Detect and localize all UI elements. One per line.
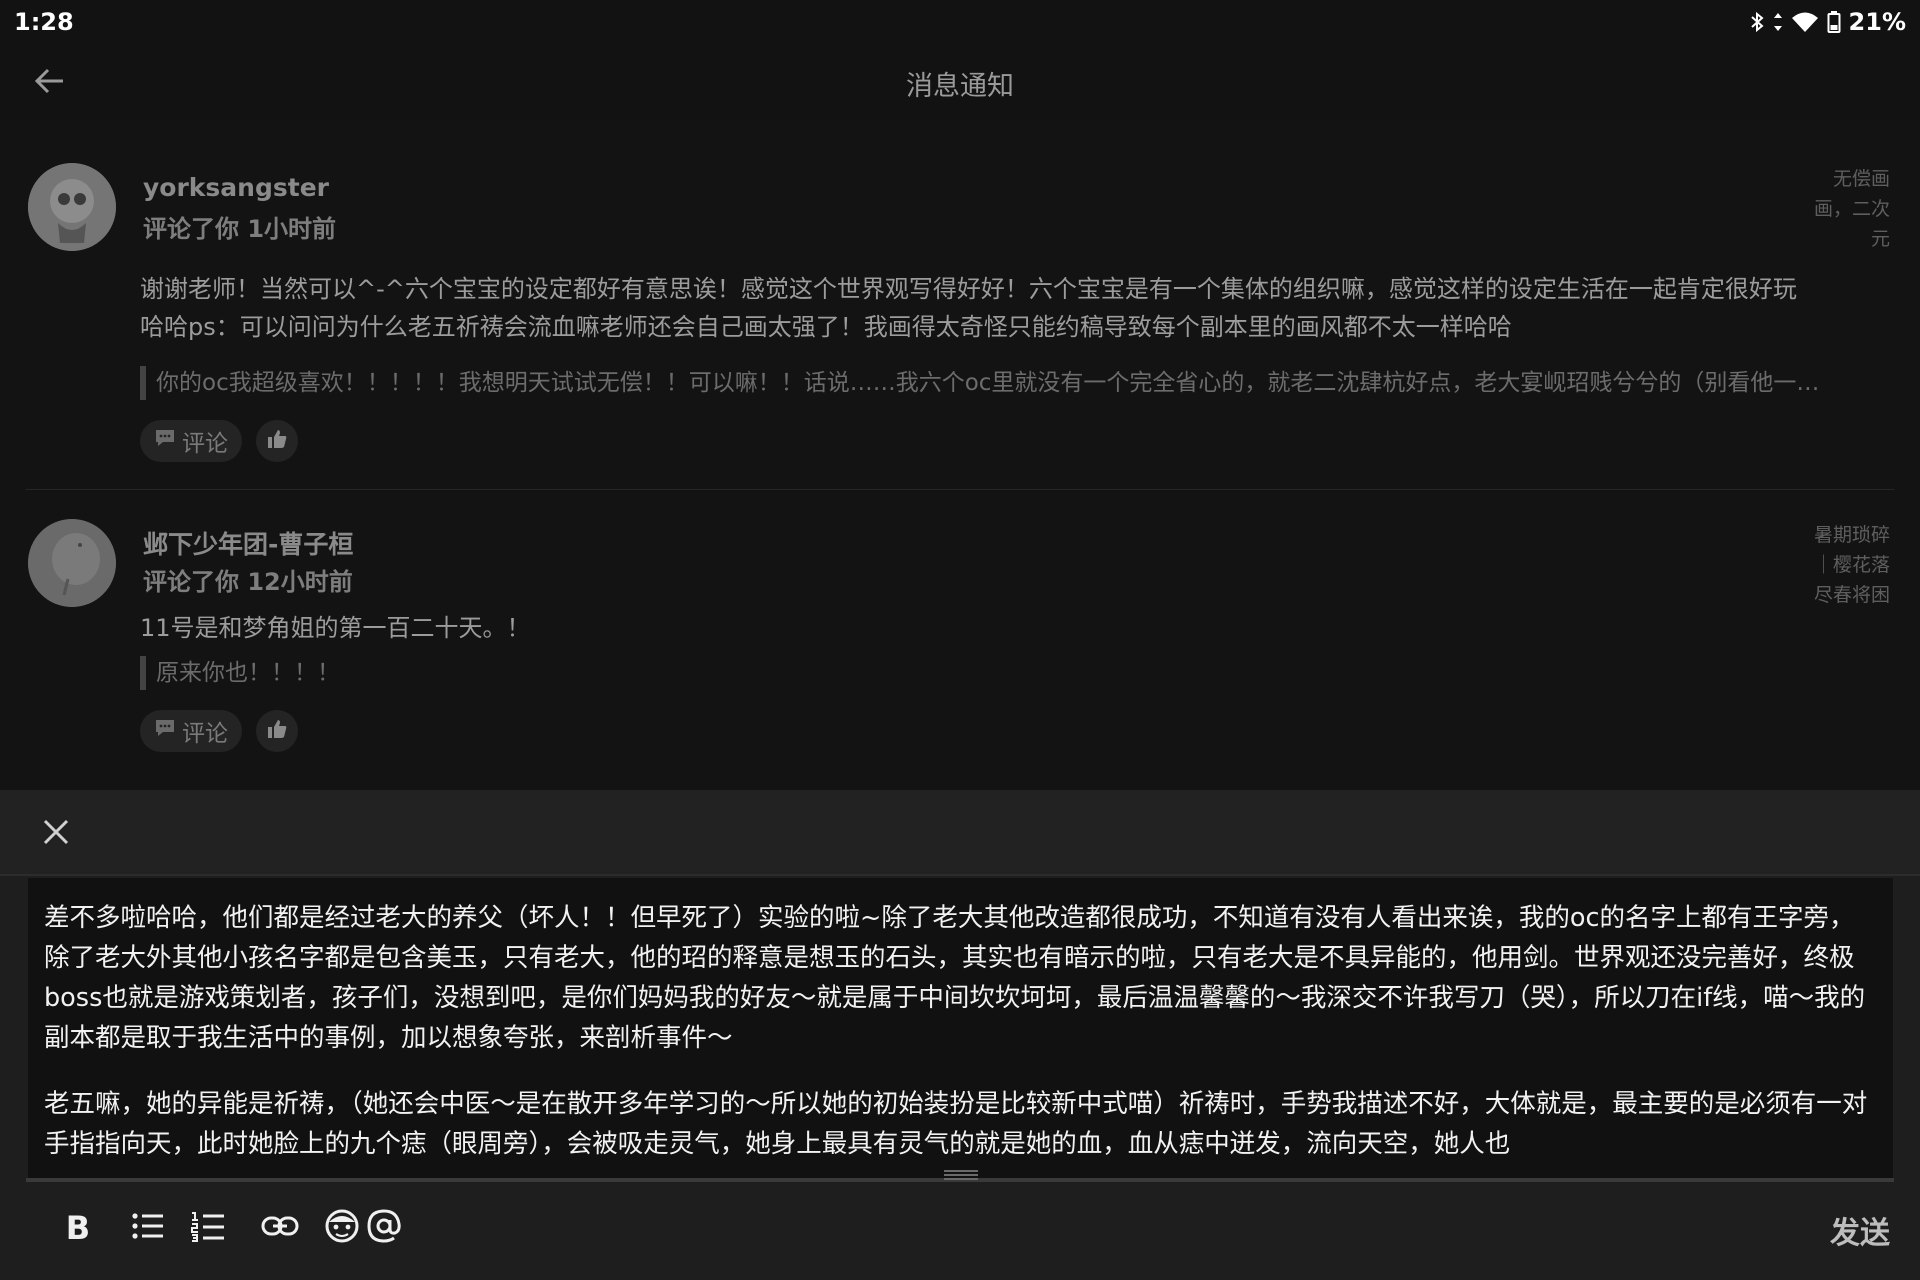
comment-button[interactable]: 评论 — [140, 420, 242, 462]
bluetooth-icon — [1749, 10, 1765, 34]
quoted-comment: 原来你也！！！！ — [140, 656, 1910, 690]
user-name[interactable]: yorksangster — [143, 173, 329, 202]
chat-bubble-icon — [154, 428, 176, 454]
mention-icon — [365, 1207, 403, 1249]
screen: 1:28 21% 消息通知 yorksangster 评论了你 1小时前 无偿画… — [0, 0, 1920, 1280]
send-button[interactable]: 发送 — [1830, 1208, 1890, 1252]
reply-text-area[interactable]: 差不多啦哈哈，他们都是经过老大的养父（坏人！！但早死了）实验的啦~除了老大其他改… — [28, 878, 1893, 1178]
page-title: 消息通知 — [906, 71, 1014, 102]
numbered-list-button[interactable] — [184, 1204, 232, 1252]
notification-list: yorksangster 评论了你 1小时前 无偿画画，二次元 谢谢老师！当然可… — [0, 120, 1920, 790]
wifi-icon — [1791, 11, 1819, 33]
status-time: 1:28 — [14, 8, 74, 36]
like-button[interactable] — [256, 710, 298, 752]
numbered-list-icon — [190, 1210, 226, 1246]
comment-label: 评论 — [182, 721, 228, 747]
bullet-list-icon — [131, 1211, 165, 1245]
comment-label: 评论 — [182, 431, 228, 457]
emoji-icon — [324, 1208, 360, 1248]
resize-handle[interactable] — [944, 1170, 978, 1180]
avatar[interactable] — [28, 163, 116, 251]
quoted-comment: 你的oc我超级喜欢！！！！！我想明天试试无偿！！可以嘛！！话说……我六个oc里就… — [140, 366, 1910, 400]
close-icon — [43, 819, 69, 849]
notification-item: yorksangster 评论了你 1小时前 无偿画画，二次元 谢谢老师！当然可… — [0, 120, 1920, 490]
reply-editor: 差不多啦哈哈，他们都是经过老大的养父（坏人！！但早死了）实验的啦~除了老大其他改… — [0, 790, 1920, 1280]
comment-text: 11号是和梦角姐的第一百二十天。！ — [140, 614, 531, 642]
close-button[interactable] — [36, 814, 76, 854]
mention-button[interactable] — [360, 1204, 408, 1252]
link-icon — [261, 1214, 299, 1242]
comment-meta: 评论了你 12小时前 — [143, 568, 353, 596]
data-arrows-icon — [1773, 11, 1783, 33]
link-button[interactable] — [256, 1204, 304, 1252]
like-button[interactable] — [256, 420, 298, 462]
editor-topbar — [0, 790, 1920, 876]
bold-icon: B — [65, 1209, 91, 1247]
action-row: 评论 — [140, 420, 298, 462]
bold-button[interactable]: B — [54, 1204, 102, 1252]
notification-item: 邺下少年团-曹子桓 评论了你 12小时前 暑期琐碎｜樱花落尽春将困 11号是和梦… — [0, 490, 1920, 790]
editor-toolbar: B 发送 — [0, 1182, 1920, 1280]
thumbs-up-icon — [266, 718, 288, 744]
comment-button[interactable]: 评论 — [140, 710, 242, 752]
post-tag[interactable]: 无偿画画，二次元 — [1798, 164, 1890, 254]
reply-paragraph: 老五嘛，她的异能是祈祷，（她还会中医～是在散开多年学习的～所以她的初始装扮是比较… — [44, 1089, 1868, 1159]
battery-percent: 21% — [1848, 8, 1906, 36]
post-tag[interactable]: 暑期琐碎｜樱花落尽春将困 — [1798, 520, 1890, 610]
emoji-button[interactable] — [318, 1204, 366, 1252]
status-bar: 1:28 21% — [0, 0, 1920, 44]
comment-meta: 评论了你 1小时前 — [143, 215, 337, 243]
chat-bubble-icon — [154, 718, 176, 744]
bullet-list-button[interactable] — [124, 1204, 172, 1252]
action-row: 评论 — [140, 710, 298, 752]
reply-paragraph: 差不多啦哈哈，他们都是经过老大的养父（坏人！！但早死了）实验的啦~除了老大其他改… — [44, 903, 1866, 1053]
battery-icon — [1827, 10, 1841, 34]
thumbs-up-icon — [266, 428, 288, 454]
user-name[interactable]: 邺下少年团-曹子桓 — [143, 525, 353, 561]
status-icons: 21% — [1749, 8, 1906, 36]
app-header: 消息通知 — [0, 44, 1920, 120]
avatar[interactable] — [28, 519, 116, 607]
comment-text: 谢谢老师！当然可以^-^六个宝宝的设定都好有意思诶！感觉这个世界观写得好好！六个… — [140, 275, 1797, 341]
